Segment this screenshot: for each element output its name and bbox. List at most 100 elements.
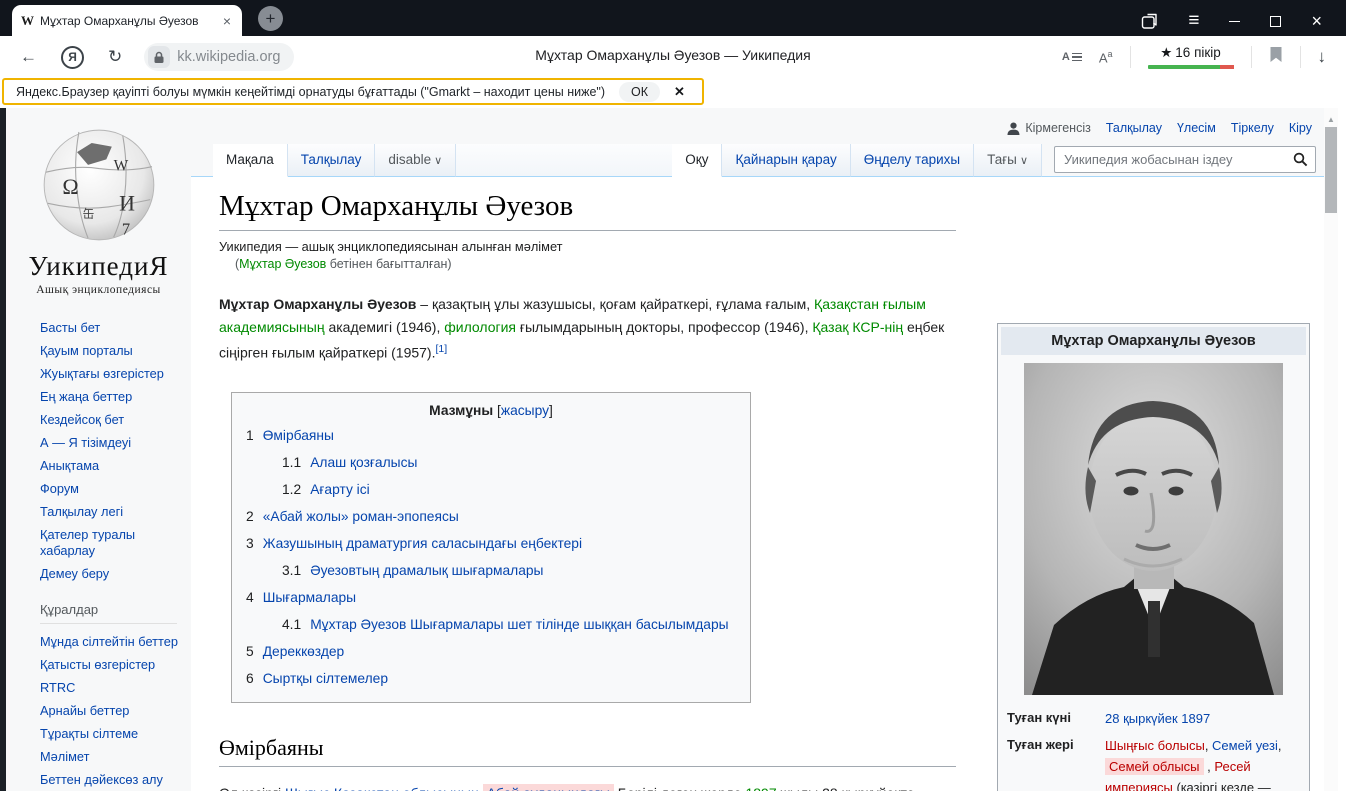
reader-mode-icon[interactable]: A bbox=[1062, 51, 1082, 64]
text-segment: Мұхтар Омарханұлы Әуезов bbox=[219, 296, 416, 312]
page-scrollbar[interactable]: ▲ bbox=[1324, 108, 1338, 791]
toc-link[interactable]: Әуезовтың драмалық шығармалары bbox=[310, 563, 543, 578]
lock-icon[interactable] bbox=[148, 46, 170, 68]
sidebar-tool-link[interactable]: Қатысты өзгерістер bbox=[40, 657, 155, 672]
svg-text:W: W bbox=[113, 157, 128, 174]
page-tab[interactable]: Өңделу тарихы bbox=[851, 144, 974, 177]
sidebar-link[interactable]: А — Я тізімдеуі bbox=[40, 435, 131, 450]
toc-number: 4.1 bbox=[282, 617, 301, 632]
toc-link[interactable]: Өмірбаяны bbox=[263, 428, 334, 443]
back-button[interactable]: ← bbox=[8, 47, 49, 67]
search-icon[interactable] bbox=[1293, 152, 1308, 172]
portrait-image[interactable] bbox=[1024, 683, 1283, 698]
warning-close-icon[interactable]: ✕ bbox=[674, 84, 685, 100]
infobox-title: Мұхтар Омарханұлы Әуезов bbox=[1001, 327, 1306, 355]
sidebar-tool-link[interactable]: Мәлімет bbox=[40, 749, 89, 764]
wikipedia-logo[interactable]: Ω W И 7 缶 bbox=[35, 232, 163, 247]
text-segment: Бөрілі деген жерде bbox=[614, 785, 746, 791]
toc-link[interactable]: Ағарту ісі bbox=[310, 482, 370, 497]
rating-widget[interactable]: ★16 пікір bbox=[1148, 45, 1234, 69]
close-button[interactable]: × bbox=[1311, 11, 1322, 32]
redirect-note: (Мұхтар Әуезов бетінен бағытталған) bbox=[235, 257, 956, 271]
sidebar-tool-link[interactable]: Тұрақты сілтеме bbox=[40, 726, 138, 741]
page-tab[interactable]: Талқылау bbox=[288, 144, 376, 177]
sidebar-link[interactable]: Демеу беру bbox=[40, 566, 109, 581]
yandex-button[interactable]: Я bbox=[61, 46, 84, 69]
sidebar-link[interactable]: Қателер туралы хабарлау bbox=[40, 527, 135, 558]
sidebar-link[interactable]: Ең жаңа беттер bbox=[40, 389, 132, 404]
page-tab[interactable]: disable bbox=[375, 144, 456, 177]
infobox-value: Шыңғыс болысы, Семей уезі, Семей облысы … bbox=[1105, 735, 1300, 791]
sidebar-link[interactable]: Анықтама bbox=[40, 458, 99, 473]
sidebar-tool-link[interactable]: Арнайы беттер bbox=[40, 703, 129, 718]
minimize-button[interactable] bbox=[1229, 21, 1240, 22]
redirect-link[interactable]: Мұхтар Әуезов bbox=[239, 257, 326, 271]
toc-link[interactable]: Сыртқы сілтемелер bbox=[263, 671, 388, 686]
sidebar-link[interactable]: Басты бет bbox=[40, 320, 100, 335]
toc-link[interactable]: Мұхтар Әуезов Шығармалары шет тілінде шы… bbox=[310, 617, 728, 632]
browser-window: W Мұхтар Омарханұлы Әуезов × + ≡ × ← Я ↻… bbox=[0, 0, 1346, 791]
sidebar-link[interactable]: Кездейсоқ бет bbox=[40, 412, 124, 427]
warning-text: Яндекс.Браузер қауіпті болуы мүмкін кеңе… bbox=[16, 85, 605, 99]
toc-link[interactable]: Шығармалары bbox=[263, 590, 356, 605]
toc-item: 2«Абай жолы» роман-эпопеясы bbox=[246, 507, 736, 526]
svg-text:7: 7 bbox=[121, 219, 129, 238]
sidebar-item: Басты бет bbox=[40, 320, 191, 336]
sidebar-tool-link[interactable]: Мұнда сілтейтін беттер bbox=[40, 634, 178, 649]
toc-link[interactable]: Жазушының драматургия саласындағы еңбект… bbox=[263, 536, 582, 551]
logo-wordmark[interactable]: УикипедиЯ bbox=[6, 251, 191, 282]
scroll-thumb[interactable] bbox=[1325, 127, 1337, 213]
toc-link[interactable]: Дереккөздер bbox=[263, 644, 345, 659]
sidebar-link[interactable]: Талқылау легі bbox=[40, 504, 123, 519]
sidebar-link[interactable]: Форум bbox=[40, 481, 79, 496]
infobox-label: Туған жері bbox=[1007, 735, 1105, 791]
side-panels-icon[interactable] bbox=[1141, 13, 1158, 30]
sidebar-tool-link[interactable]: RTRC bbox=[40, 680, 75, 695]
download-icon[interactable]: ↓ bbox=[1318, 47, 1327, 67]
user-icon bbox=[1007, 122, 1020, 135]
article-tab-row: МақалаТалқылауdisable ОқуҚайнарын қарауӨ… bbox=[191, 144, 1324, 177]
toc-title: Мазмұны bbox=[429, 403, 493, 418]
sidebar-link[interactable]: Жуықтағы өзгерістер bbox=[40, 366, 164, 381]
toc-item: 5Дереккөздер bbox=[246, 642, 736, 661]
refresh-button[interactable]: ↻ bbox=[96, 47, 134, 67]
personal-link[interactable]: Үлесім bbox=[1177, 121, 1216, 135]
extension-warning-bar: Яндекс.Браузер қауіпті болуы мүмкін кеңе… bbox=[2, 78, 704, 105]
toc-link[interactable]: Алаш қозғалысы bbox=[310, 455, 417, 470]
birth-date-link[interactable]: 28 қыркүйек 1897 bbox=[1105, 711, 1210, 726]
right-edge-gap bbox=[1338, 108, 1346, 791]
maximize-button[interactable] bbox=[1270, 16, 1281, 27]
svg-text:Ω: Ω bbox=[62, 174, 78, 199]
translate-icon[interactable]: Aа bbox=[1099, 49, 1113, 65]
sidebar-item: Кездейсоқ бет bbox=[40, 412, 191, 428]
toc-hide-link[interactable]: жасыру bbox=[501, 403, 549, 418]
toc-item: 3Жазушының драматургия саласындағы еңбек… bbox=[246, 534, 736, 553]
toc-number: 6 bbox=[246, 671, 254, 686]
personal-link[interactable]: Кіру bbox=[1289, 121, 1312, 135]
sidebar-tool-link[interactable]: Беттен дәйексөз алу bbox=[40, 772, 163, 787]
search-input[interactable] bbox=[1054, 146, 1316, 173]
menu-icon[interactable]: ≡ bbox=[1188, 10, 1199, 32]
page-tab[interactable]: Тағы bbox=[974, 144, 1042, 177]
address-bar[interactable]: kk.wikipedia.org bbox=[144, 43, 294, 71]
ok-button[interactable]: ОК bbox=[619, 82, 660, 102]
toc-link[interactable]: «Абай жолы» роман-эпопеясы bbox=[263, 509, 459, 524]
page-tab[interactable]: Оқу bbox=[672, 144, 722, 177]
page-tab[interactable]: Қайнарын қарау bbox=[722, 144, 850, 177]
new-tab-button[interactable]: + bbox=[258, 6, 283, 31]
bookmark-icon[interactable] bbox=[1269, 46, 1283, 68]
browser-tab[interactable]: W Мұхтар Омарханұлы Әуезов × bbox=[12, 5, 242, 36]
personal-link[interactable]: Тіркелу bbox=[1231, 121, 1274, 135]
tab-row-spacer bbox=[456, 144, 672, 177]
logo-tagline: Ашық энциклопедиясы bbox=[6, 284, 191, 296]
right-page-tabs: ОқуҚайнарын қарауӨңделу тарихыТағы bbox=[672, 144, 1042, 176]
sidebar-link[interactable]: Қауым порталы bbox=[40, 343, 133, 358]
sidebar-tools: Мұнда сілтейтін беттер Қатысты өзгерістер… bbox=[40, 634, 191, 791]
scroll-up-icon[interactable]: ▲ bbox=[1324, 108, 1338, 124]
text-segment: Ол қазіргі bbox=[219, 785, 285, 791]
page-tab[interactable]: Мақала bbox=[213, 144, 288, 177]
tab-close-icon[interactable]: × bbox=[221, 14, 233, 28]
personal-link[interactable]: Талқылау bbox=[1106, 121, 1162, 135]
toc-item: 4.1 Мұхтар Әуезов Шығармалары шет тілінде… bbox=[282, 615, 736, 634]
left-page-tabs: МақалаТалқылауdisable bbox=[213, 144, 456, 176]
